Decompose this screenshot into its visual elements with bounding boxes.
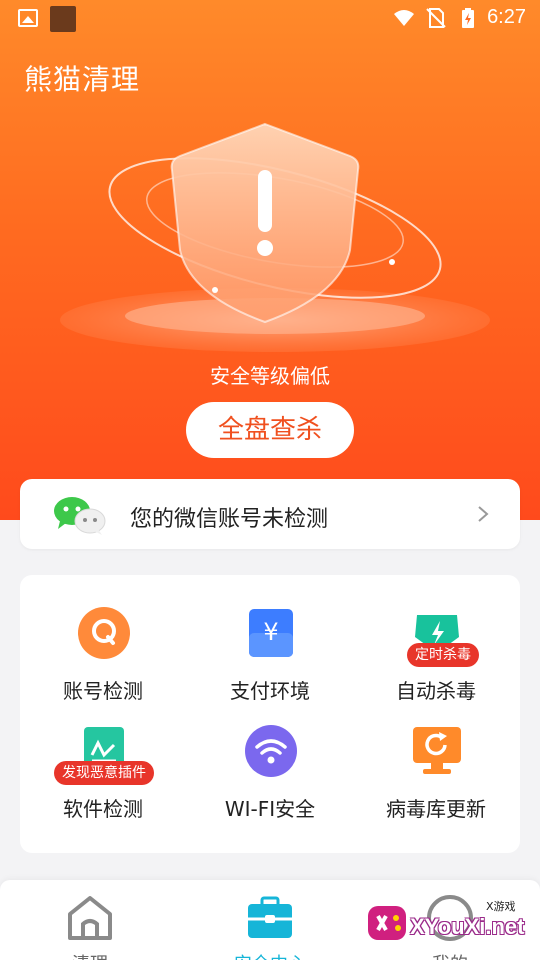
shield-alert-icon <box>60 122 490 352</box>
tool-label: 自动杀毒 <box>396 679 476 703</box>
tool-label: 软件检测 <box>63 797 143 821</box>
badge-malicious-plugin: 发现恶意插件 <box>54 761 154 785</box>
tool-auto-antivirus[interactable]: 定时杀毒 自动杀毒 <box>353 607 519 727</box>
watermark-text: XYouXi.net <box>410 914 525 939</box>
chevron-right-icon <box>478 506 489 522</box>
app-square-icon <box>50 6 76 32</box>
tool-wifi-security[interactable]: WI-FI安全 <box>187 725 353 845</box>
nav-label: 安全中心 <box>180 950 360 960</box>
watermark-logo: X游戏 XYouXi.net <box>364 892 534 952</box>
toolbox-icon <box>248 896 292 938</box>
hero-banner: 6:27 熊猫清理 安全等级偏低 全盘查杀 <box>0 0 540 520</box>
nav-label: 清理 <box>0 950 180 960</box>
payment-yen-icon: ¥ <box>249 609 293 657</box>
wifi-security-icon <box>245 725 297 777</box>
watermark-small-text: X游戏 <box>486 900 516 913</box>
account-check-icon <box>78 607 130 659</box>
battery-charging-icon <box>462 8 474 28</box>
tool-software-check[interactable]: 发现恶意插件 软件检测 <box>20 725 186 845</box>
tool-payment-env[interactable]: ¥ 支付环境 <box>187 607 353 727</box>
app-title: 熊猫清理 <box>24 63 141 96</box>
tool-label: 支付环境 <box>230 679 310 703</box>
wechat-check-text: 您的微信账号未检测 <box>130 507 329 532</box>
no-sim-icon <box>426 8 446 28</box>
nav-item-security-center[interactable]: 安全中心 <box>180 880 360 960</box>
tool-virus-db-update[interactable]: 病毒库更新 <box>353 725 519 845</box>
badge-scheduled-scan: 定时杀毒 <box>407 643 479 667</box>
wifi-icon <box>394 10 414 26</box>
gamepad-icon <box>368 906 406 940</box>
home-icon <box>68 896 112 940</box>
image-icon <box>18 9 38 27</box>
status-time: 6:27 <box>487 6 526 28</box>
svg-text:¥: ¥ <box>263 618 278 646</box>
wechat-icon <box>54 497 106 535</box>
tool-label: 账号检测 <box>63 679 143 703</box>
tool-account-check[interactable]: 账号检测 <box>20 607 186 727</box>
security-tools-panel: 账号检测 ¥ 支付环境 定时杀毒 自动杀毒 发现恶意插件 软件检测 WI-FI安… <box>20 575 520 853</box>
tool-label: WI-FI安全 <box>224 797 316 821</box>
tool-label: 病毒库更新 <box>386 797 486 821</box>
full-scan-button[interactable]: 全盘查杀 <box>186 402 354 458</box>
wechat-check-card[interactable]: 您的微信账号未检测 <box>20 479 520 549</box>
nav-item-clean[interactable]: 清理 <box>0 880 180 960</box>
virus-db-update-icon <box>413 727 461 774</box>
status-bar: 6:27 <box>0 0 540 36</box>
security-level-text: 安全等级偏低 <box>210 364 330 388</box>
